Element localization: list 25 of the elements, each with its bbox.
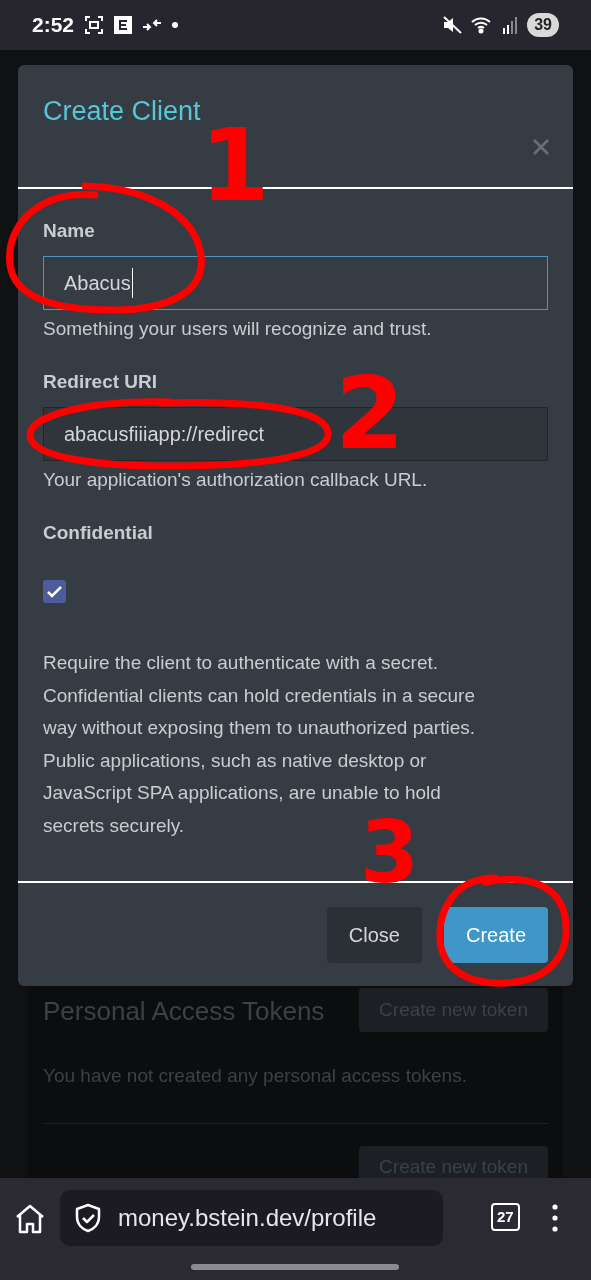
address-bar[interactable]: money.bstein.dev/profile [60, 1190, 443, 1246]
help-text: Something your users will recognize and trust. [43, 317, 433, 341]
clock: 2:52 [32, 12, 75, 39]
empty-message: You have not created any personal access tokens. [43, 1064, 468, 1088]
field-label: Name [43, 219, 96, 243]
dot-icon [172, 22, 179, 28]
section-title: Personal Access Tokens [43, 995, 325, 1028]
signal-icon [501, 16, 520, 34]
tab-counter[interactable]: 27 [491, 1203, 520, 1231]
close-button[interactable]: Close [326, 907, 422, 963]
screenshot-icon [84, 15, 105, 35]
home-icon[interactable] [14, 1204, 46, 1234]
modal-title: Create Client [43, 95, 202, 127]
input-field[interactable]: Abacus [43, 256, 548, 310]
shield-icon [74, 1203, 102, 1233]
url-text: money.bstein.dev/profile [118, 1203, 377, 1233]
battery-indicator: 39 [527, 13, 559, 37]
checkbox[interactable] [43, 580, 66, 603]
more-icon[interactable] [552, 1204, 559, 1232]
field-label: Redirect URI [43, 370, 159, 394]
field-label: Confidential [43, 521, 154, 545]
check-icon [47, 585, 62, 598]
app-icon [114, 16, 133, 34]
mute-icon [443, 16, 464, 34]
arrows-icon [142, 18, 163, 32]
